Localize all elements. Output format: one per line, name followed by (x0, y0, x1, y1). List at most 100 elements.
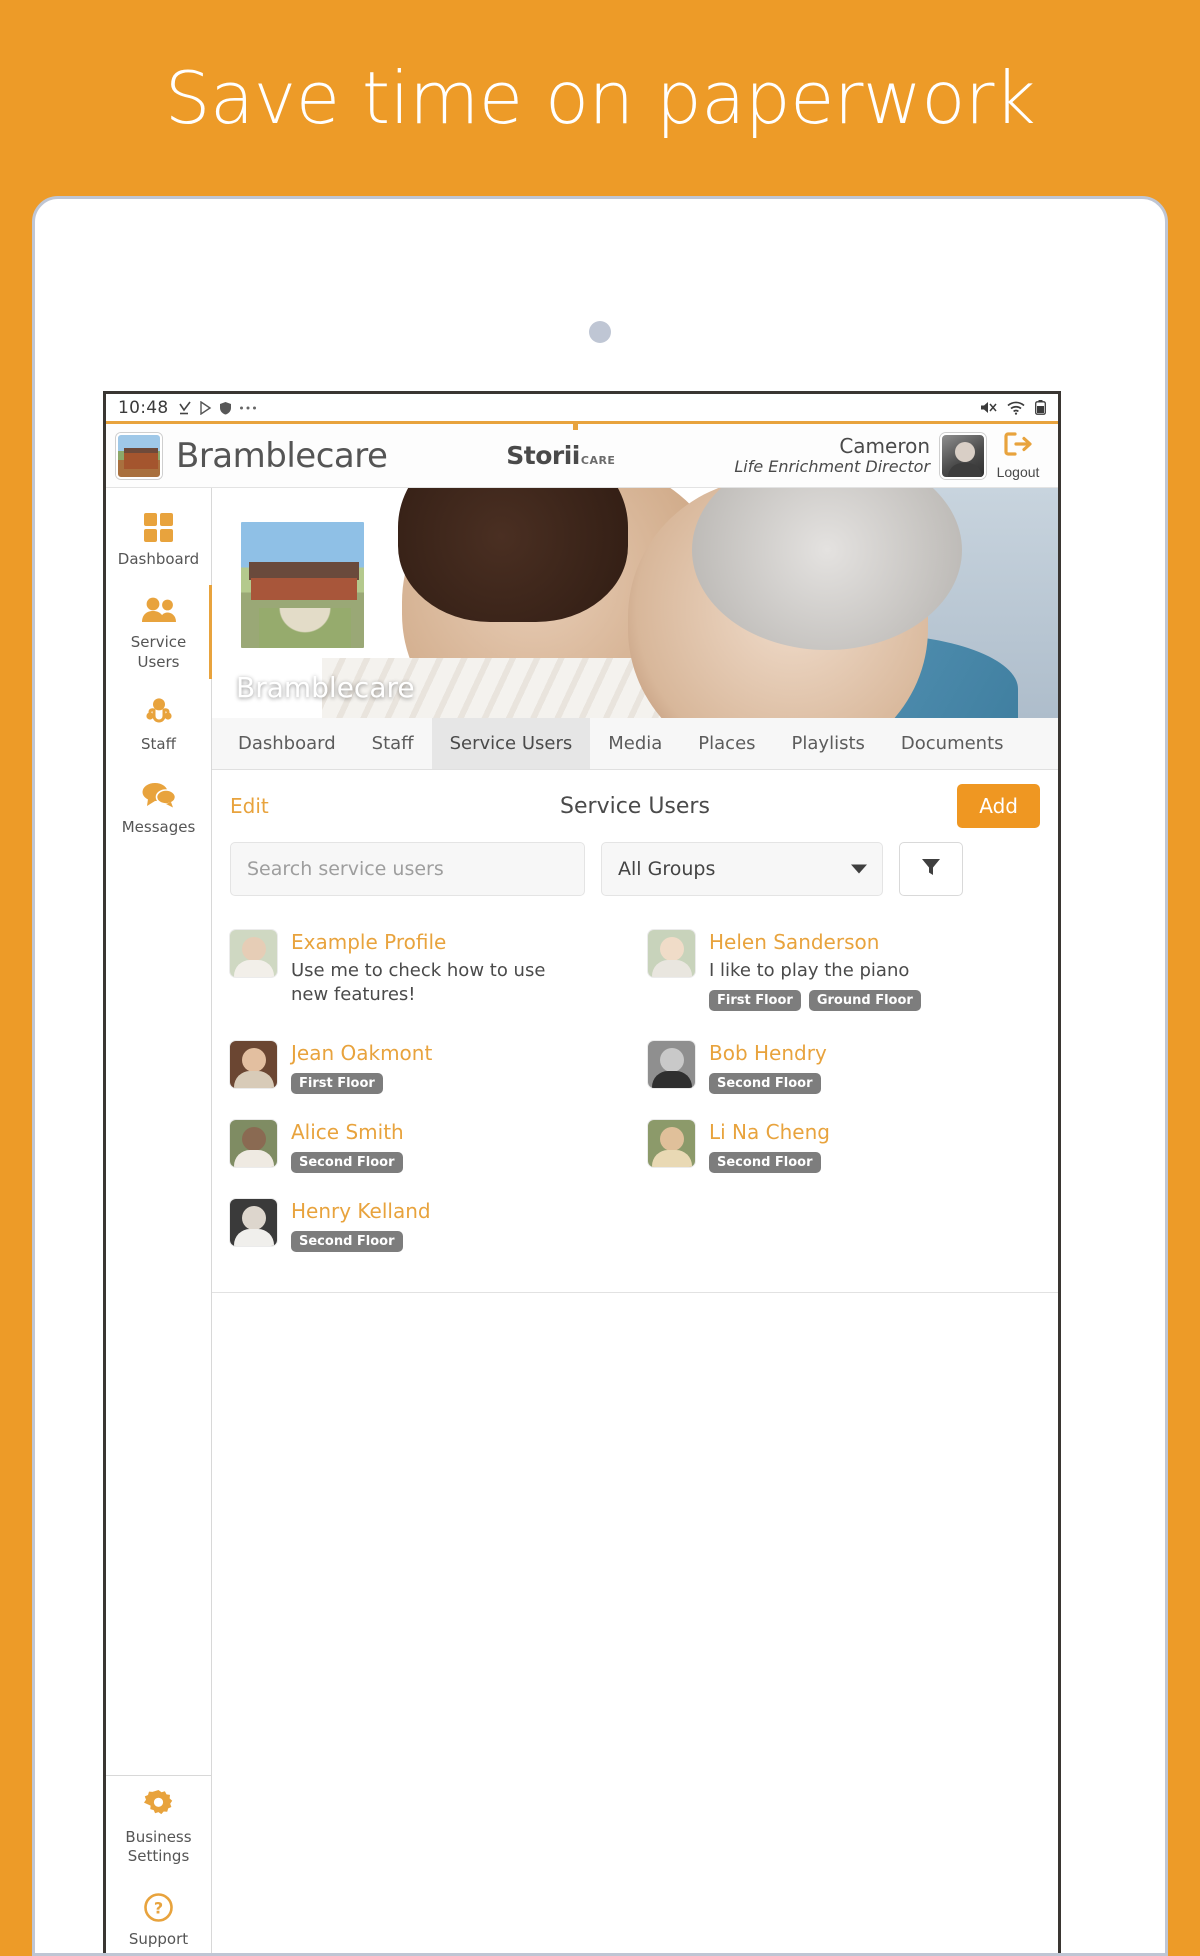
page-title: Service Users (560, 793, 710, 819)
sidebar-item-business-settings-label: Business Settings (125, 1827, 192, 1866)
storii-logo-suffix: CARE (580, 454, 616, 467)
hero-carer-hair (398, 488, 628, 622)
camera-dot-icon (589, 321, 611, 343)
avatar (230, 1119, 277, 1167)
hero-title: Bramblecare (236, 671, 415, 704)
avatar (648, 930, 695, 977)
sidebar-item-messages-label: Messages (121, 818, 196, 837)
tab-dashboard[interactable]: Dashboard (220, 718, 354, 769)
filter-row: All Groups (230, 842, 1040, 896)
chat-bubbles-icon (110, 779, 207, 811)
status-badge: Second Floor (291, 1151, 403, 1173)
avatar (230, 1198, 277, 1246)
mute-icon (980, 400, 997, 415)
status-badge: First Floor (291, 1072, 383, 1094)
sidebar-item-support-label: Support (128, 1930, 189, 1949)
logout-icon (1003, 431, 1033, 462)
tag-list: First Floor Ground Floor (709, 990, 921, 1012)
service-users-list: Example Profile Use me to check how to u… (230, 920, 1040, 1268)
status-bar: 10:48 (106, 394, 1058, 424)
hero-thumbnail[interactable] (237, 518, 368, 652)
tag-list: Second Floor (709, 1151, 830, 1173)
device-card: 10:48 Bramblecare Stori i CARE Cameron L… (32, 196, 1168, 1956)
tag-list: Second Floor (291, 1230, 431, 1252)
tab-staff[interactable]: Staff (354, 718, 432, 769)
sidebar-item-service-users-label: Service Users (130, 632, 187, 671)
avatar[interactable] (940, 432, 987, 479)
add-button[interactable]: Add (957, 784, 1040, 828)
filter-button[interactable] (899, 842, 963, 896)
app-header: Bramblecare Stori i CARE Cameron Life Enri… (106, 424, 1058, 488)
app-body: Dashboard Service Users Staff Messages B… (106, 488, 1058, 1953)
logout-label: Logout (996, 464, 1040, 480)
status-badge: Second Floor (709, 1072, 821, 1094)
sidebar-item-dashboard-label: Dashboard (117, 550, 200, 568)
tag-list: First Floor (291, 1072, 432, 1094)
service-user-name[interactable]: Jean Oakmont (291, 1041, 432, 1066)
svg-text:?: ? (154, 1898, 163, 1917)
brand-name: Bramblecare (176, 435, 388, 476)
group-filter-select[interactable]: All Groups (601, 842, 883, 896)
service-user-name[interactable]: Example Profile (291, 930, 571, 955)
storii-care-logo: Stori i CARE (506, 424, 616, 470)
play-store-icon (199, 400, 212, 415)
sidebar-item-service-users[interactable]: Service Users (106, 581, 212, 684)
edit-button[interactable]: Edit (230, 794, 269, 818)
service-user-name[interactable]: Henry Kelland (291, 1199, 431, 1224)
list-item[interactable]: Bob Hendry Second Floor (648, 1031, 1040, 1110)
question-circle-icon: ? (110, 1891, 207, 1923)
sidebar-item-support[interactable]: ? Support (106, 1878, 211, 1953)
more-dots-icon (239, 405, 257, 411)
current-user-block[interactable]: Cameron Life Enrichment Director (734, 433, 931, 476)
funnel-icon (921, 857, 941, 882)
service-user-name[interactable]: Alice Smith (291, 1120, 404, 1145)
sidebar: Dashboard Service Users Staff Messages B… (106, 488, 212, 1953)
promo-headline: Save time on paperwork (164, 56, 1036, 140)
service-users-panel: Edit Service Users Add All Groups (212, 770, 1058, 1293)
logout-button[interactable]: Logout (986, 431, 1050, 480)
service-user-name[interactable]: Li Na Cheng (709, 1120, 830, 1145)
service-user-name[interactable]: Helen Sanderson (709, 930, 921, 955)
avatar (230, 1040, 277, 1088)
status-badge: Ground Floor (808, 990, 921, 1012)
tab-service-users[interactable]: Service Users (431, 718, 591, 769)
list-item[interactable]: Alice Smith Second Floor (230, 1110, 622, 1189)
tab-media[interactable]: Media (590, 718, 680, 769)
storii-logo-word: Stori (506, 441, 572, 470)
current-user-name: Cameron (839, 433, 931, 458)
avatar (230, 930, 277, 977)
list-item[interactable]: Li Na Cheng Second Floor (648, 1110, 1040, 1189)
tag-list: Second Floor (291, 1151, 404, 1173)
status-bar-time: 10:48 (118, 397, 169, 418)
tab-bar: Dashboard Staff Service Users Media Plac… (212, 718, 1058, 770)
list-item[interactable]: Example Profile Use me to check how to u… (230, 920, 622, 1031)
service-user-name[interactable]: Bob Hendry (709, 1041, 827, 1066)
gear-icon (110, 1789, 207, 1821)
tag-list: Second Floor (709, 1072, 827, 1094)
wifi-icon (1007, 401, 1025, 415)
sidebar-item-dashboard[interactable]: Dashboard (106, 498, 211, 581)
people-icon (110, 594, 207, 626)
avatar (648, 1040, 695, 1088)
sidebar-item-business-settings[interactable]: Business Settings (106, 1776, 211, 1879)
shield-icon (219, 401, 232, 415)
sidebar-item-messages[interactable]: Messages (106, 766, 211, 849)
storii-logo-i: i (571, 424, 580, 470)
panel-header: Edit Service Users Add (230, 770, 1040, 842)
sidebar-item-staff[interactable]: Staff (106, 683, 211, 766)
list-item[interactable]: Helen Sanderson I like to play the piano… (648, 920, 1040, 1031)
list-item[interactable]: Henry Kelland Second Floor (230, 1189, 622, 1268)
tab-playlists[interactable]: Playlists (774, 718, 883, 769)
search-input[interactable] (230, 842, 585, 896)
brand-thumbnail[interactable] (116, 432, 162, 479)
battery-icon (1035, 400, 1046, 415)
hero-banner: Bramblecare (212, 488, 1058, 718)
tab-places[interactable]: Places (680, 718, 773, 769)
staff-stethoscope-icon (110, 696, 207, 728)
list-item[interactable]: Jean Oakmont First Floor (230, 1031, 622, 1110)
service-user-description: Use me to check how to use new features! (291, 960, 546, 1006)
tablet-screenshot: 10:48 Bramblecare Stori i CARE Cameron L… (103, 391, 1061, 1953)
sidebar-item-staff-label: Staff (141, 735, 176, 754)
grid-icon (110, 511, 207, 543)
tab-documents[interactable]: Documents (883, 718, 1022, 769)
